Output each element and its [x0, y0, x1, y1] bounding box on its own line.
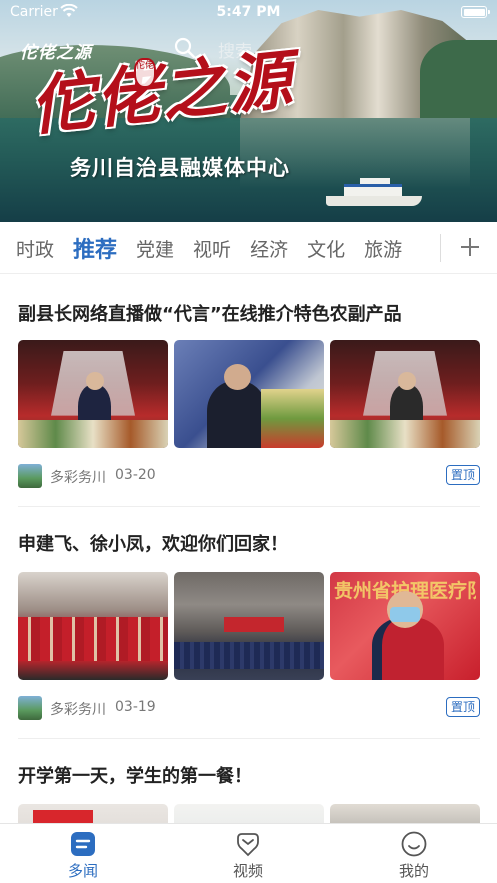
article-meta: 多彩务川 03-19 置顶	[18, 696, 480, 720]
profile-icon[interactable]	[401, 831, 427, 857]
category-tabs: 时政 推荐 党建 视听 经济 文化 旅游	[0, 222, 497, 274]
header-banner: Carrier 5:47 PM 佗佬之源 搜索 佗佬之源 佗佬 务川自治县融媒体…	[0, 0, 497, 222]
source-avatar	[18, 464, 42, 488]
nav-item-news[interactable]: 多闻	[23, 824, 143, 883]
tab-wenhua[interactable]: 文化	[307, 235, 354, 262]
source-avatar	[18, 696, 42, 720]
article-thumbnail[interactable]	[174, 572, 324, 680]
bottom-nav: 多闻 视频 我的	[0, 823, 497, 883]
banner-subtitle: 务川自治县融媒体中心	[70, 155, 290, 180]
article-card[interactable]: 申建飞、徐小凤，欢迎你们回家！ 贵州省护理医疗队 多彩务川 03-19 置顶	[18, 530, 480, 720]
article-title[interactable]: 副县长网络直播做“代言”在线推介特色农副产品	[18, 300, 480, 326]
status-bar: Carrier 5:47 PM	[0, 0, 497, 26]
tab-divider	[440, 234, 441, 262]
news-icon[interactable]	[70, 831, 96, 857]
tab-shiting[interactable]: 视听	[193, 235, 240, 262]
article-divider	[18, 506, 480, 507]
pinned-badge: 置顶	[445, 465, 480, 485]
tab-tuijian[interactable]: 推荐	[73, 232, 126, 264]
clock: 5:47 PM	[216, 4, 281, 20]
nav-label-profile[interactable]: 我的	[354, 860, 474, 881]
pinned-badge: 置顶	[445, 697, 480, 717]
tab-dangjian[interactable]: 党建	[136, 235, 183, 262]
article-date: 03-20	[115, 467, 156, 483]
tab-lvyou[interactable]: 旅游	[364, 235, 411, 262]
article-thumbnail[interactable]	[330, 340, 480, 448]
article-card[interactable]: 开学第一天，学生的第一餐！	[18, 762, 480, 883]
nav-label-news[interactable]: 多闻	[23, 860, 143, 881]
battery-icon	[461, 6, 490, 18]
article-thumbnail[interactable]: 贵州省护理医疗队	[330, 572, 480, 680]
article-images[interactable]: 贵州省护理医疗队	[18, 572, 480, 680]
article-thumbnail[interactable]	[18, 340, 168, 448]
nav-label-video[interactable]: 视频	[188, 860, 308, 881]
tab-jingji[interactable]: 经济	[250, 235, 297, 262]
logo-seal: 佗佬	[134, 58, 156, 88]
banner-boat	[326, 178, 422, 206]
banner-trees	[420, 40, 497, 120]
tabs-bottom-border	[0, 273, 497, 274]
article-thumbnail[interactable]	[18, 572, 168, 680]
article-title[interactable]: 开学第一天，学生的第一餐！	[18, 762, 480, 788]
tab-list: 时政 推荐 党建 视听 经济 文化 旅游	[16, 222, 421, 274]
tab-shizheng[interactable]: 时政	[16, 235, 63, 262]
article-title[interactable]: 申建飞、徐小凤，欢迎你们回家！	[18, 530, 480, 556]
nav-item-profile[interactable]: 我的	[354, 824, 474, 883]
article-source: 多彩务川	[50, 470, 106, 486]
article-card[interactable]: 副县长网络直播做“代言”在线推介特色农副产品 多彩务川 03-20 置顶	[18, 300, 480, 488]
plus-icon[interactable]	[458, 235, 482, 259]
article-source: 多彩务川	[50, 702, 106, 718]
video-icon[interactable]	[235, 831, 261, 857]
article-thumbnail[interactable]	[174, 340, 324, 448]
article-divider	[18, 738, 480, 739]
nav-item-video[interactable]: 视频	[188, 824, 308, 883]
article-date: 03-19	[115, 699, 156, 715]
article-meta: 多彩务川 03-20 置顶	[18, 464, 480, 488]
article-images[interactable]	[18, 340, 480, 448]
